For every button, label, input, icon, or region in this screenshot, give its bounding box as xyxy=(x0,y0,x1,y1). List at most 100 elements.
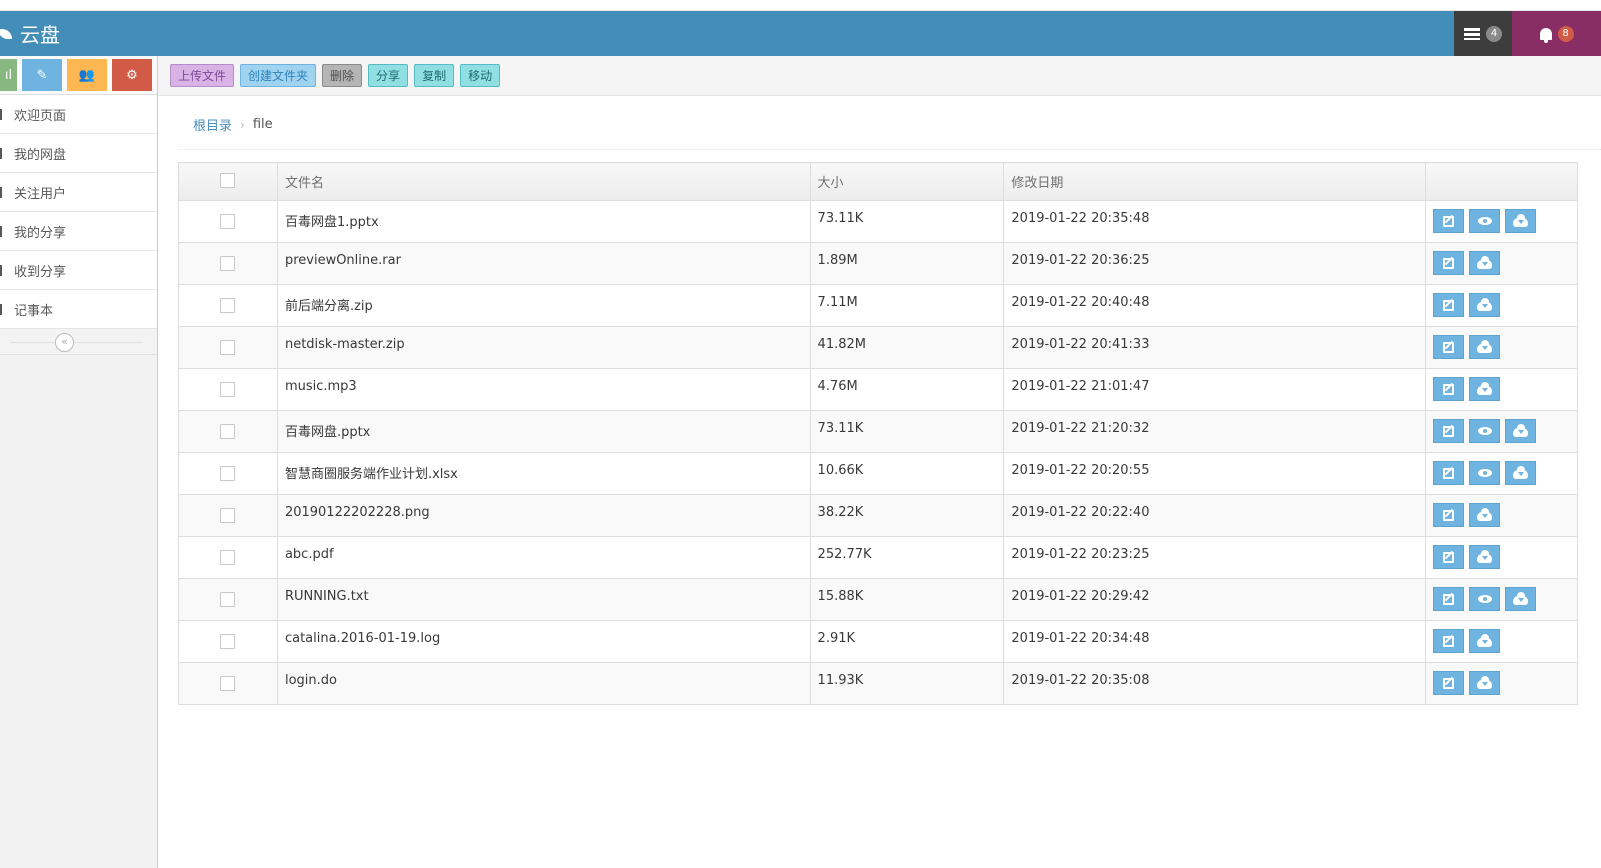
file-name[interactable]: 百毒网盘.pptx xyxy=(276,410,811,453)
rename-button[interactable] xyxy=(1433,293,1465,317)
file-name[interactable]: 百毒网盘1.pptx xyxy=(276,200,811,243)
download-button[interactable] xyxy=(1469,251,1501,275)
name-header[interactable]: 文件名 xyxy=(276,162,811,201)
sidebar-item-my-shares[interactable]: 我的分享 xyxy=(0,212,157,251)
table-row[interactable]: 智慧商圈服务端作业计划.xlsx 10.66K 2019-01-22 20:20:5… xyxy=(178,452,1578,495)
rename-button[interactable] xyxy=(1433,587,1465,611)
download-button[interactable] xyxy=(1505,461,1537,485)
create-folder-button[interactable]: 创建文件夹 xyxy=(240,64,317,87)
rename-button[interactable] xyxy=(1433,251,1465,275)
download-button[interactable] xyxy=(1469,377,1501,401)
download-button[interactable] xyxy=(1469,293,1501,317)
sidebar-item-my-disk[interactable]: 我的网盘 xyxy=(0,134,157,173)
action-group xyxy=(1433,545,1577,569)
file-name[interactable]: catalina.2016-01-19.log xyxy=(276,620,811,663)
rename-button[interactable] xyxy=(1433,671,1465,695)
sidebar-item-notebook[interactable]: 记事本 xyxy=(0,290,157,329)
table-row[interactable]: abc.pdf 252.77K 2019-01-22 20:23:25 xyxy=(178,536,1578,579)
table-row[interactable]: login.do 11.93K 2019-01-22 20:35:08 xyxy=(178,662,1578,705)
table-row[interactable]: 前后端分离.zip 7.11M 2019-01-22 20:40:48 xyxy=(178,284,1578,327)
table-row[interactable]: catalina.2016-01-19.log 2.91K 2019-01-22 2… xyxy=(178,620,1578,663)
size-header[interactable]: 大小 xyxy=(809,162,1005,201)
rename-button[interactable] xyxy=(1433,419,1465,443)
file-size: 38.22K xyxy=(809,494,1005,537)
rename-button[interactable] xyxy=(1433,377,1465,401)
tasks-button[interactable]: 4 xyxy=(1454,11,1512,56)
table-row[interactable]: 20190122202228.png 38.22K 2019-01-22 20:22… xyxy=(178,494,1578,537)
rename-button[interactable] xyxy=(1433,629,1465,653)
rename-button[interactable] xyxy=(1433,545,1465,569)
cogs-shortcut-button[interactable]: ⚙ xyxy=(112,59,152,91)
download-button[interactable] xyxy=(1505,419,1537,443)
file-name[interactable]: music.mp3 xyxy=(276,368,811,411)
share-button[interactable]: 分享 xyxy=(368,64,409,87)
file-size: 41.82M xyxy=(809,326,1005,369)
row-actions xyxy=(1425,242,1578,285)
sidebar-item-welcome[interactable]: 欢迎页面 xyxy=(0,95,157,134)
table-row[interactable]: 百毒网盘1.pptx 73.11K 2019-01-22 20:35:48 xyxy=(178,200,1578,243)
row-checkbox[interactable] xyxy=(220,298,235,313)
edit-icon xyxy=(1443,425,1455,437)
preview-button[interactable] xyxy=(1469,419,1501,443)
download-button[interactable] xyxy=(1505,587,1537,611)
pencil-shortcut-button[interactable]: ✎ xyxy=(22,59,62,91)
date-header[interactable]: 修改日期 xyxy=(1003,162,1427,201)
file-name[interactable]: RUNNING.txt xyxy=(276,578,811,621)
file-name[interactable]: 20190122202228.png xyxy=(276,494,811,537)
row-checkbox[interactable] xyxy=(220,424,235,439)
download-button[interactable] xyxy=(1505,209,1537,233)
copy-button[interactable]: 复制 xyxy=(414,64,455,87)
row-checkbox[interactable] xyxy=(220,676,235,691)
group-shortcut-button[interactable]: 👥 xyxy=(67,59,107,91)
file-date: 2019-01-22 20:23:25 xyxy=(1003,536,1427,579)
table-row[interactable]: music.mp3 4.76M 2019-01-22 21:01:47 xyxy=(178,368,1578,411)
rename-button[interactable] xyxy=(1433,335,1465,359)
row-checkbox[interactable] xyxy=(220,466,235,481)
file-name[interactable]: previewOnline.rar xyxy=(276,242,811,285)
row-checkbox[interactable] xyxy=(220,634,235,649)
row-checkbox[interactable] xyxy=(220,550,235,565)
file-name[interactable]: abc.pdf xyxy=(276,536,811,579)
notifications-button[interactable]: 8 xyxy=(1512,11,1601,56)
sidebar-item-followed-users[interactable]: 关注用户 xyxy=(0,173,157,212)
row-checkbox[interactable] xyxy=(220,340,235,355)
preview-button[interactable] xyxy=(1469,209,1501,233)
brand[interactable]: 云盘 xyxy=(0,11,60,56)
row-checkbox[interactable] xyxy=(220,508,235,523)
file-size: 7.11M xyxy=(809,284,1005,327)
table-row[interactable]: RUNNING.txt 15.88K 2019-01-22 20:29:42 xyxy=(178,578,1578,621)
row-checkbox[interactable] xyxy=(220,214,235,229)
rename-button[interactable] xyxy=(1433,461,1465,485)
row-checkbox[interactable] xyxy=(220,382,235,397)
table-row[interactable]: previewOnline.rar 1.89M 2019-01-22 20:36:2… xyxy=(178,242,1578,285)
download-button[interactable] xyxy=(1469,503,1501,527)
download-button[interactable] xyxy=(1469,629,1501,653)
table-row[interactable]: netdisk-master.zip 41.82M 2019-01-22 20:41… xyxy=(178,326,1578,369)
delete-button[interactable]: 删除 xyxy=(322,64,363,87)
upload-button[interactable]: 上传文件 xyxy=(170,64,235,87)
breadcrumb-root-link[interactable]: 根目录 xyxy=(193,115,232,134)
rename-button[interactable] xyxy=(1433,503,1465,527)
file-name[interactable]: 前后端分离.zip xyxy=(276,284,811,327)
row-checkbox[interactable] xyxy=(220,256,235,271)
group-icon: 👥 xyxy=(78,67,96,83)
brand-title: 云盘 xyxy=(20,23,60,47)
sidebar: ıl ✎ 👥 ⚙ 欢迎页面 我的网盘 关注用户 我的分享 收到分享 记事本 « xyxy=(0,56,158,868)
table-row[interactable]: 百毒网盘.pptx 73.11K 2019-01-22 21:20:32 xyxy=(178,410,1578,453)
download-button[interactable] xyxy=(1469,671,1501,695)
move-button[interactable]: 移动 xyxy=(460,64,501,87)
rename-button[interactable] xyxy=(1433,209,1465,233)
preview-button[interactable] xyxy=(1469,461,1501,485)
download-button[interactable] xyxy=(1469,335,1501,359)
file-name[interactable]: netdisk-master.zip xyxy=(276,326,811,369)
file-name[interactable]: 智慧商圈服务端作业计划.xlsx xyxy=(276,452,811,495)
sidebar-item-received-shares[interactable]: 收到分享 xyxy=(0,251,157,290)
preview-button[interactable] xyxy=(1469,587,1501,611)
file-name[interactable]: login.do xyxy=(276,662,811,705)
stats-shortcut-button[interactable]: ıl xyxy=(0,59,17,91)
collapse-button[interactable]: « xyxy=(55,333,74,352)
select-all-checkbox[interactable] xyxy=(220,173,235,188)
download-button[interactable] xyxy=(1469,545,1501,569)
pencil-icon: ✎ xyxy=(36,67,48,83)
row-checkbox[interactable] xyxy=(220,592,235,607)
